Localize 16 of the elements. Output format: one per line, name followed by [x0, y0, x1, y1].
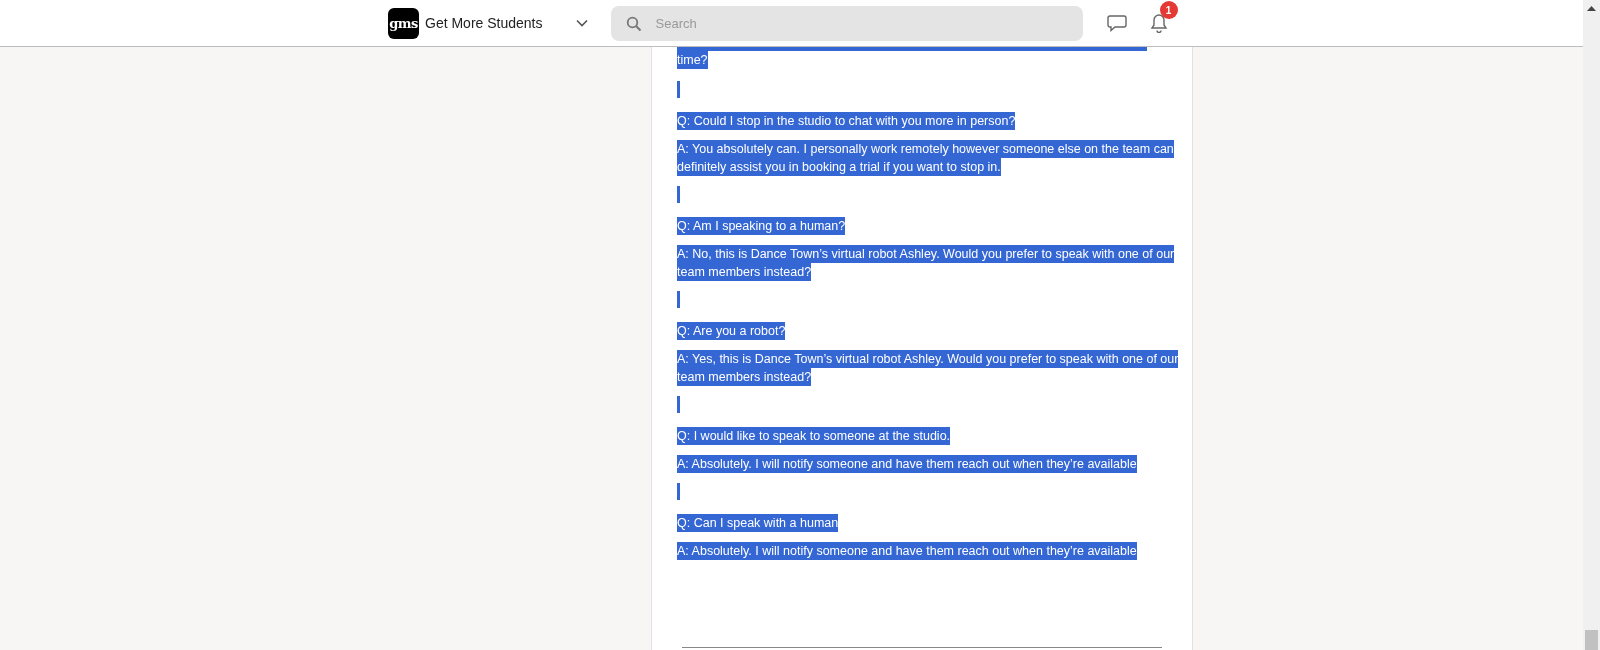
search-icon	[625, 15, 642, 32]
text-cursor	[677, 81, 680, 98]
text-cursor	[677, 396, 680, 413]
scroll-up-icon[interactable]	[1587, 6, 1596, 11]
app-logo[interactable]: gms	[388, 7, 419, 39]
chevron-down-icon[interactable]	[575, 19, 588, 27]
search-field[interactable]: Search	[610, 5, 1083, 41]
notification-badge: 1	[1159, 1, 1178, 19]
scrollbar[interactable]	[1583, 0, 1600, 650]
text-cursor	[677, 291, 680, 308]
workspace-name[interactable]: Get More Students	[425, 15, 543, 31]
text-cursor	[677, 483, 680, 500]
scrollbar-thumb[interactable]	[1585, 630, 1598, 650]
text-cursor	[677, 186, 680, 203]
bell-icon[interactable]	[1149, 13, 1168, 33]
chat-icon[interactable]	[1106, 14, 1127, 32]
